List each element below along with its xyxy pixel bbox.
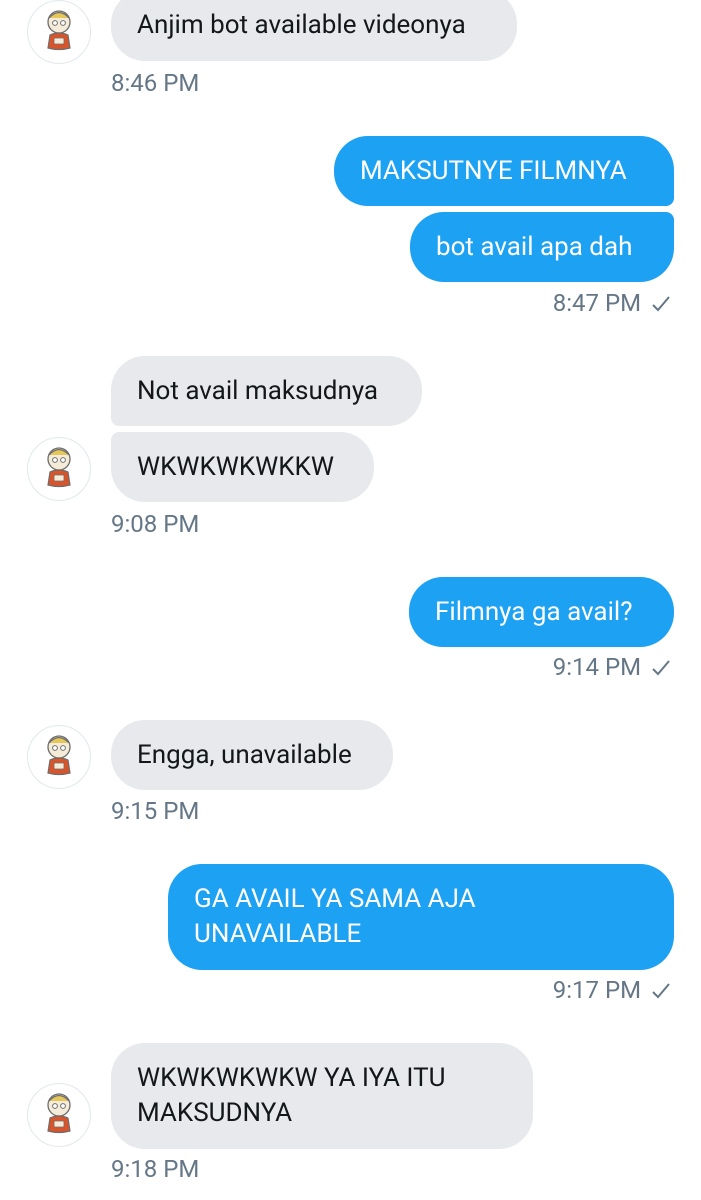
message-text: Not avail maksudnya: [137, 375, 379, 406]
avatar-icon: [39, 442, 79, 496]
message-bubble[interactable]: Filmnya ga avail?: [409, 577, 674, 647]
message-text: Anjim bot available videonya: [137, 10, 466, 40]
timestamp: 8:46 PM: [111, 69, 200, 97]
message-bubble[interactable]: Anjim bot available videonya: [111, 0, 517, 61]
message-text: GA AVAIL YA SAMA AJA UNAVAILABLE: [194, 884, 476, 949]
check-icon: [651, 654, 671, 684]
message-bubble[interactable]: GA AVAIL YA SAMA AJA UNAVAILABLE: [168, 864, 674, 970]
avatar[interactable]: [27, 1083, 91, 1147]
timestamp: 8:47 PM: [553, 288, 671, 320]
message-text: WKWKWKWKKW: [137, 451, 334, 482]
timestamp: 9:17 PM: [553, 975, 671, 1007]
message-text: Filmnya ga avail?: [435, 596, 633, 627]
message-bubble[interactable]: Not avail maksudnya: [111, 356, 422, 426]
message-bubble[interactable]: WKWKWKWKW YA IYA ITU MAKSUDNYA: [111, 1043, 533, 1149]
timestamp: 9:15 PM: [111, 797, 200, 825]
message-bubble[interactable]: bot avail apa dah: [410, 212, 674, 282]
message-text: WKWKWKWKW YA IYA ITU MAKSUDNYA: [137, 1063, 446, 1128]
avatar-icon: [39, 1088, 79, 1142]
avatar[interactable]: [27, 437, 91, 501]
message-bubble[interactable]: WKWKWKWKKW: [111, 432, 374, 502]
avatar[interactable]: [27, 725, 91, 789]
avatar-icon: [39, 730, 79, 784]
chat-thread: Anjim bot available videonya 8:46 PM MAK…: [0, 0, 701, 1200]
message-text: MAKSUTNYE FILMNYA: [360, 155, 627, 186]
message-bubble[interactable]: MAKSUTNYE FILMNYA: [334, 136, 674, 206]
timestamp: 9:14 PM: [553, 652, 671, 684]
message-text: Engga, unavailable: [137, 739, 352, 770]
check-icon: [651, 977, 671, 1007]
check-icon: [651, 290, 671, 320]
message-text: bot avail apa dah: [436, 231, 633, 262]
timestamp: 9:08 PM: [111, 510, 200, 538]
avatar[interactable]: [27, 0, 91, 64]
message-bubble[interactable]: Engga, unavailable: [111, 720, 393, 790]
timestamp: 9:18 PM: [111, 1155, 200, 1183]
avatar-icon: [39, 5, 79, 59]
